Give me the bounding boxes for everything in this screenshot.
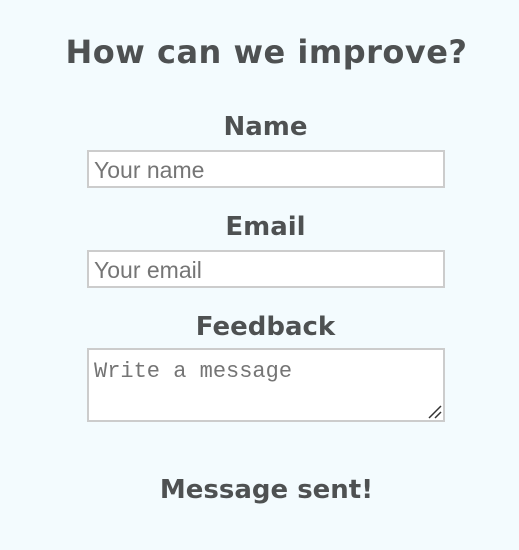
email-label: Email bbox=[225, 212, 306, 242]
feedback-label: Feedback bbox=[195, 312, 336, 342]
email-input[interactable] bbox=[87, 250, 445, 288]
feedback-form: How can we improve? Name Email Feedback … bbox=[0, 0, 519, 550]
resize-grip-icon[interactable] bbox=[425, 402, 443, 420]
form-title: How can we improve? bbox=[65, 33, 468, 71]
name-label: Name bbox=[223, 112, 308, 142]
name-input[interactable] bbox=[87, 150, 445, 188]
feedback-textarea[interactable] bbox=[87, 348, 445, 422]
status-message: Message sent! bbox=[159, 475, 374, 505]
